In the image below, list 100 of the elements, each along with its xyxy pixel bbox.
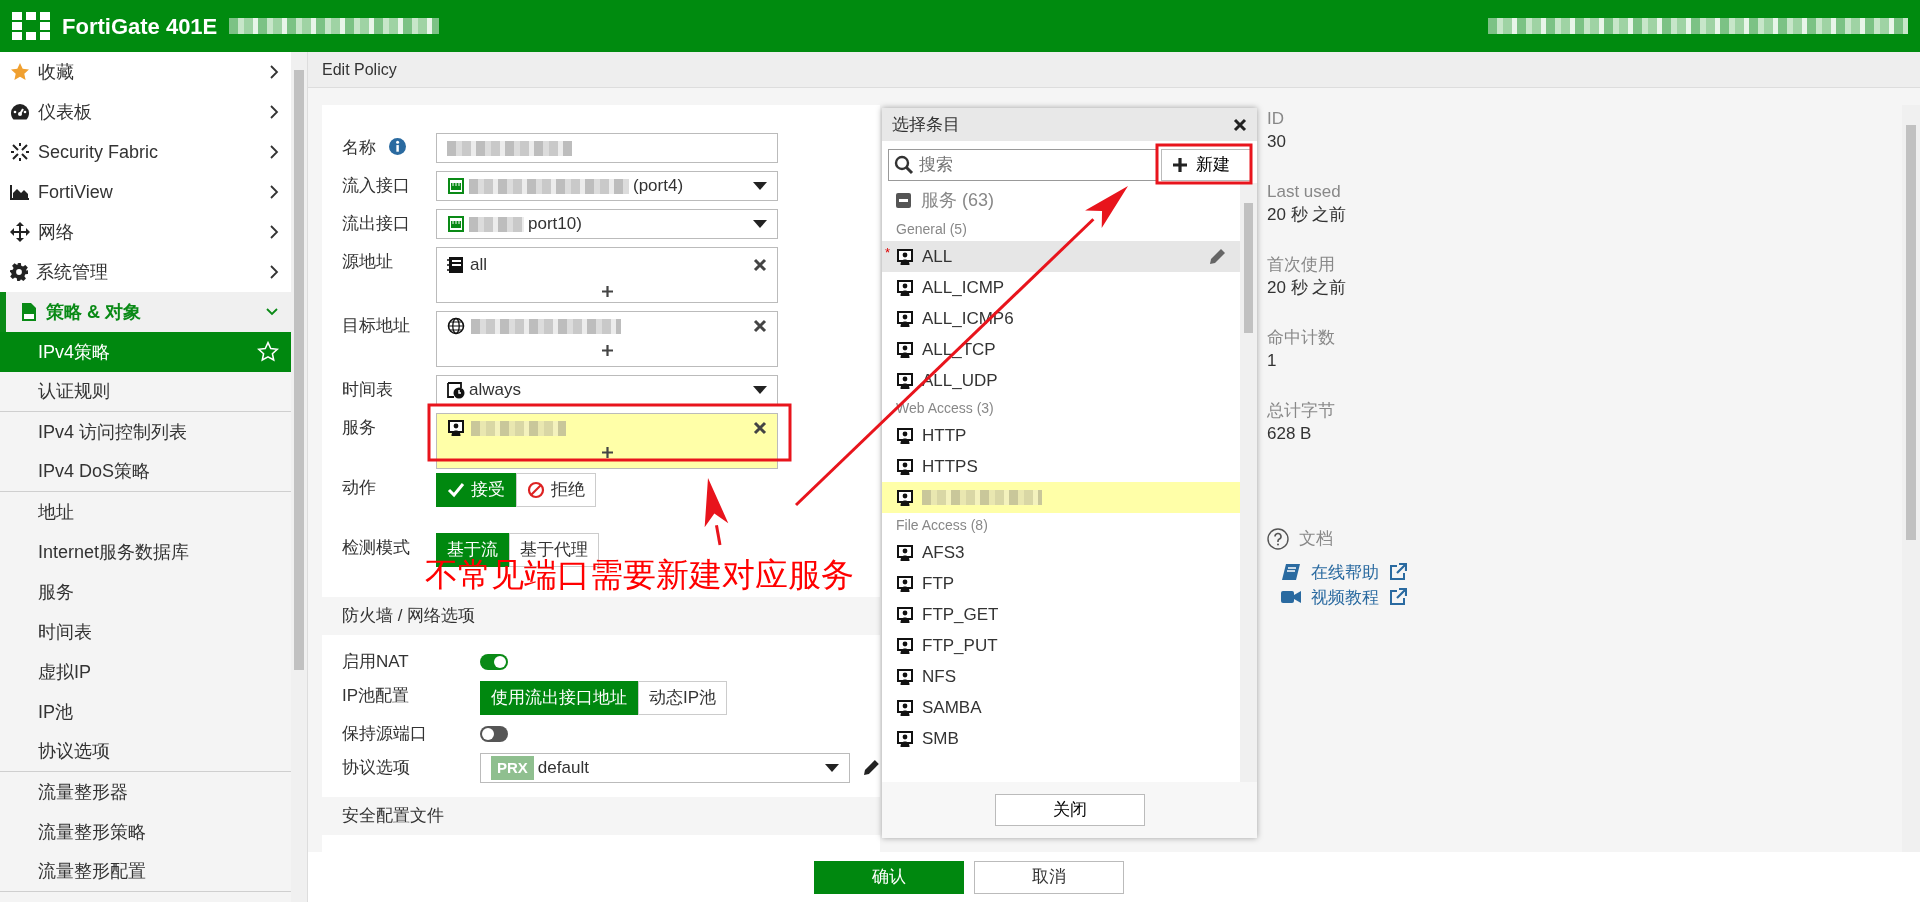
- close-icon: [753, 257, 767, 272]
- sidebar-item[interactable]: 仪表板: [0, 92, 291, 132]
- field-label: 保持源端口: [342, 724, 427, 743]
- text-field[interactable]: [436, 133, 778, 163]
- star-icon: [257, 341, 279, 363]
- video-camera-icon: [1281, 589, 1301, 605]
- new-button[interactable]: 新建: [1161, 149, 1251, 181]
- cancel-button[interactable]: 取消: [974, 860, 1124, 894]
- address-book-icon: [447, 255, 464, 274]
- list-item[interactable]: AFS3: [882, 537, 1240, 568]
- sidebar-item[interactable]: 地址: [0, 492, 291, 532]
- toggle-option[interactable]: 使用流出接口地址: [480, 681, 638, 715]
- list-item[interactable]: HTTPS: [882, 451, 1240, 482]
- search-field[interactable]: 搜索: [888, 149, 1157, 181]
- sidebar-item[interactable]: FortiView: [0, 172, 291, 212]
- list-item[interactable]: SMB: [882, 723, 1240, 754]
- list-item[interactable]: NFS: [882, 661, 1240, 692]
- section-header: 安全配置文件: [322, 797, 880, 835]
- list-item[interactable]: FTP_PUT: [882, 630, 1240, 661]
- sidebar-item[interactable]: Internet服务数据库: [0, 532, 291, 572]
- caret-icon: [753, 182, 767, 190]
- dropdown-field[interactable]: PRX default: [480, 753, 851, 783]
- monitor-person-icon: [896, 729, 914, 748]
- stat-value: 628 B: [1267, 423, 1313, 445]
- sidebar-item[interactable]: IPv4策略: [0, 332, 291, 372]
- list-item[interactable]: HTTP: [882, 420, 1240, 451]
- caret-icon: [753, 220, 767, 228]
- multi-select-field[interactable]: all: [436, 247, 778, 303]
- document-icon: [20, 302, 38, 322]
- monitor-person-icon: [896, 426, 914, 445]
- dialog-title: 选择条目: [892, 113, 960, 136]
- minus-icon: [896, 192, 911, 208]
- book-icon: [1281, 563, 1301, 581]
- stat-label: 首次使用: [1267, 254, 1336, 276]
- move-arrows-icon: [10, 222, 30, 242]
- close-button[interactable]: 关闭: [994, 794, 1145, 826]
- doc-link[interactable]: 在线帮助: [1267, 559, 1902, 585]
- stat-label: 命中计数: [1267, 327, 1336, 349]
- list-item[interactable]: [882, 482, 1240, 513]
- sidebar-item[interactable]: 时间表: [0, 612, 291, 652]
- help-icon: [1267, 527, 1289, 550]
- monitor-person-icon: [896, 309, 914, 328]
- list-item[interactable]: FTP: [882, 568, 1240, 599]
- sidebar-item[interactable]: 流量整形策略: [0, 812, 291, 852]
- toggle-switch[interactable]: [480, 726, 508, 742]
- sidebar-item[interactable]: 虚拟IP: [0, 652, 291, 692]
- sidebar-item[interactable]: 服务: [0, 572, 291, 612]
- list-item[interactable]: * ALL: [882, 241, 1240, 272]
- monitor-person-icon: [896, 247, 914, 266]
- sidebar-item[interactable]: 系统管理: [0, 252, 291, 292]
- toggle-switch[interactable]: [480, 654, 508, 670]
- dropdown-field[interactable]: port10): [436, 209, 778, 239]
- scrollbar[interactable]: [1240, 183, 1257, 782]
- monitor-person-icon: [896, 457, 914, 476]
- group-label: Web Access (3): [895, 398, 995, 418]
- sidebar-item[interactable]: IP池: [0, 692, 291, 732]
- group-label: General (5): [895, 219, 968, 239]
- sidebar-item[interactable]: 策略 & 对象: [0, 292, 291, 332]
- logo-icon: [12, 12, 50, 40]
- toggle-option[interactable]: 接受: [436, 473, 516, 507]
- sidebar-item[interactable]: 收藏: [0, 52, 291, 92]
- list-item[interactable]: FTP_GET: [882, 599, 1240, 630]
- category-header[interactable]: 服务 (63): [882, 183, 1240, 217]
- monitor-person-icon: [896, 371, 914, 390]
- port-icon: [447, 177, 465, 195]
- monitor-person-icon: [896, 574, 914, 593]
- scrollbar[interactable]: [291, 52, 308, 902]
- sidebar-item[interactable]: IPv4 访问控制列表: [0, 412, 291, 452]
- monitor-person-icon: [896, 605, 914, 624]
- doc-link[interactable]: 视频教程: [1267, 584, 1902, 610]
- field-label: IP池配置: [342, 686, 410, 705]
- multi-select-field[interactable]: [436, 413, 778, 469]
- sidebar-item[interactable]: 网络: [0, 212, 291, 252]
- pencil-icon[interactable]: [862, 759, 880, 777]
- area-chart-icon: [10, 184, 30, 200]
- search-icon: [894, 155, 914, 175]
- confirm-button[interactable]: 确认: [814, 860, 964, 894]
- close-icon[interactable]: [1233, 117, 1247, 132]
- toggle-option[interactable]: 拒绝: [516, 473, 596, 507]
- close-icon: [753, 421, 767, 436]
- dropdown-field[interactable]: always: [436, 375, 778, 405]
- scrollbar[interactable]: [1902, 105, 1920, 852]
- sidebar-item[interactable]: 流量整形器: [0, 772, 291, 812]
- sidebar-item[interactable]: Security Fabric: [0, 132, 291, 172]
- list-item[interactable]: SAMBA: [882, 692, 1240, 723]
- docs-title: 文档: [1299, 528, 1333, 550]
- dropdown-field[interactable]: (port4): [436, 171, 778, 201]
- stat-value: 1: [1267, 350, 1278, 372]
- list-item[interactable]: ALL_ICMP: [882, 272, 1240, 303]
- toggle-option[interactable]: 动态IP池: [638, 681, 728, 715]
- plus-icon: [601, 446, 613, 458]
- multi-select-field[interactable]: [436, 311, 778, 367]
- monitor-person-icon: [896, 278, 914, 297]
- check-icon: [447, 482, 465, 498]
- stat-value: 20 秒 之前: [1267, 277, 1348, 299]
- caret-icon: [753, 386, 767, 394]
- monitor-person-icon: [896, 543, 914, 562]
- field-label: 源地址: [342, 252, 393, 271]
- plus-icon: [1172, 157, 1188, 173]
- field-label: 启用NAT: [342, 652, 409, 671]
